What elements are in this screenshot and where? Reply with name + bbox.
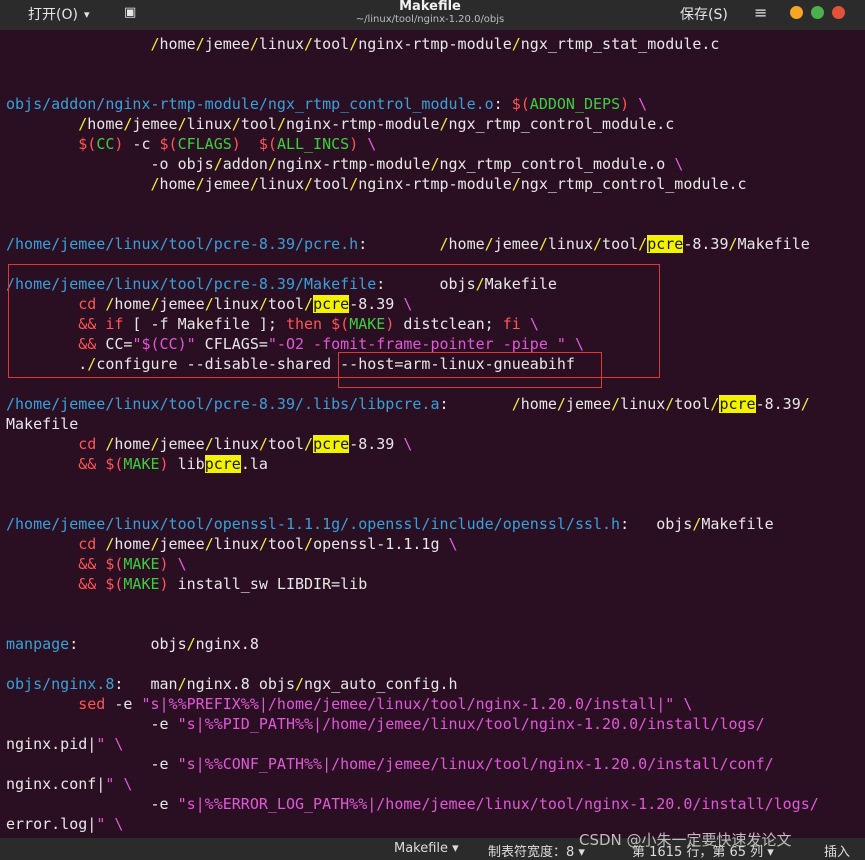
- code-line[interactable]: /home/jemee/linux/tool/pcre-8.39/Makefil…: [6, 274, 819, 294]
- code-line[interactable]: cd /home/jemee/linux/tool/pcre-8.39 \: [6, 294, 819, 314]
- code-line[interactable]: -e "s|%%PID_PATH%%|/home/jemee/linux/too…: [6, 714, 819, 734]
- document-title: Makefile: [399, 0, 461, 14]
- tab-width-label: 制表符宽度：8: [488, 845, 575, 860]
- code-line[interactable]: nginx.conf|" \: [6, 774, 819, 794]
- code-line[interactable]: && CC="$(CC)" CFLAGS="-O2 -fomit-frame-p…: [6, 334, 819, 354]
- code-line[interactable]: && $(MAKE) install_sw LIBDIR=lib: [6, 574, 819, 594]
- code-line[interactable]: && $(MAKE) libpcre.la: [6, 454, 819, 474]
- code-line[interactable]: [6, 614, 819, 634]
- code-line[interactable]: && if [ -f Makefile ]; then $(MAKE) dist…: [6, 314, 819, 334]
- code-line[interactable]: objs/nginx.8: man/nginx.8 objs/ngx_auto_…: [6, 674, 819, 694]
- code-line[interactable]: $(CC) -c $(CFLAGS) $(ALL_INCS) \: [6, 134, 819, 154]
- code-line[interactable]: [6, 54, 819, 74]
- code-line[interactable]: manpage: objs/nginx.8: [6, 634, 819, 654]
- chevron-down-icon: ▾: [83, 7, 90, 21]
- maximize-window-button[interactable]: [811, 6, 824, 19]
- hamburger-menu-icon[interactable]: ≡: [754, 3, 767, 22]
- save-button[interactable]: 保存(S): [680, 4, 728, 24]
- header-bar: 打开(O) ▾ ▣ Makefile ~/linux/tool/nginx-1.…: [0, 0, 865, 30]
- code-line[interactable]: [6, 374, 819, 394]
- document-path: ~/linux/tool/nginx-1.20.0/objs: [355, 14, 505, 25]
- code-line[interactable]: [6, 194, 819, 214]
- code-line[interactable]: [6, 474, 819, 494]
- watermark: CSDN @小朱一定要快速发论文: [579, 831, 792, 849]
- code-line[interactable]: /home/jemee/linux/tool/nginx-rtmp-module…: [6, 34, 819, 54]
- language-selector[interactable]: Makefile ▾: [394, 841, 459, 856]
- minimize-window-button[interactable]: [790, 6, 803, 19]
- open-label: 打开(O): [28, 7, 78, 23]
- code-view[interactable]: /home/jemee/linux/tool/nginx-rtmp-module…: [6, 34, 819, 834]
- code-line[interactable]: /home/jemee/linux/tool/pcre-8.39/.libs/l…: [6, 394, 819, 414]
- close-window-button[interactable]: [832, 6, 845, 19]
- code-line[interactable]: [6, 214, 819, 234]
- code-line[interactable]: Makefile: [6, 414, 819, 434]
- code-line[interactable]: ./configure --disable-shared --host=arm-…: [6, 354, 819, 374]
- code-line[interactable]: [6, 74, 819, 94]
- new-document-icon[interactable]: ▣: [124, 5, 136, 20]
- language-label: Makefile: [394, 841, 449, 856]
- code-line[interactable]: && $(MAKE) \: [6, 554, 819, 574]
- code-line[interactable]: [6, 254, 819, 274]
- code-line[interactable]: /home/jemee/linux/tool/nginx-rtmp-module…: [6, 174, 819, 194]
- code-line[interactable]: cd /home/jemee/linux/tool/pcre-8.39 \: [6, 434, 819, 454]
- code-line[interactable]: [6, 494, 819, 514]
- code-line[interactable]: [6, 654, 819, 674]
- tab-width-selector[interactable]: 制表符宽度：8 ▾: [488, 841, 585, 860]
- insert-mode-label: 插入: [824, 845, 851, 860]
- code-line[interactable]: nginx.pid|" \: [6, 734, 819, 754]
- code-line[interactable]: [6, 594, 819, 614]
- code-line[interactable]: /home/jemee/linux/tool/nginx-rtmp-module…: [6, 114, 819, 134]
- open-menu-button[interactable]: 打开(O) ▾: [28, 4, 89, 24]
- code-line[interactable]: -o objs/addon/nginx-rtmp-module/ngx_rtmp…: [6, 154, 819, 174]
- code-line[interactable]: objs/addon/nginx-rtmp-module/ngx_rtmp_co…: [6, 94, 819, 114]
- code-line[interactable]: -e "s|%%ERROR_LOG_PATH%%|/home/jemee/lin…: [6, 794, 818, 814]
- code-line[interactable]: sed -e "s|%%PREFIX%%|/home/jemee/linux/t…: [6, 694, 819, 714]
- text-editor[interactable]: /home/jemee/linux/tool/nginx-rtmp-module…: [0, 30, 865, 838]
- code-line[interactable]: cd /home/jemee/linux/tool/openssl-1.1.1g…: [6, 534, 819, 554]
- window-title: Makefile ~/linux/tool/nginx-1.20.0/objs: [330, 0, 530, 26]
- code-line[interactable]: /home/jemee/linux/tool/openssl-1.1.1g/.o…: [6, 514, 819, 534]
- code-line[interactable]: -e "s|%%CONF_PATH%%|/home/jemee/linux/to…: [6, 754, 819, 774]
- code-line[interactable]: /home/jemee/linux/tool/pcre-8.39/pcre.h:…: [6, 234, 819, 254]
